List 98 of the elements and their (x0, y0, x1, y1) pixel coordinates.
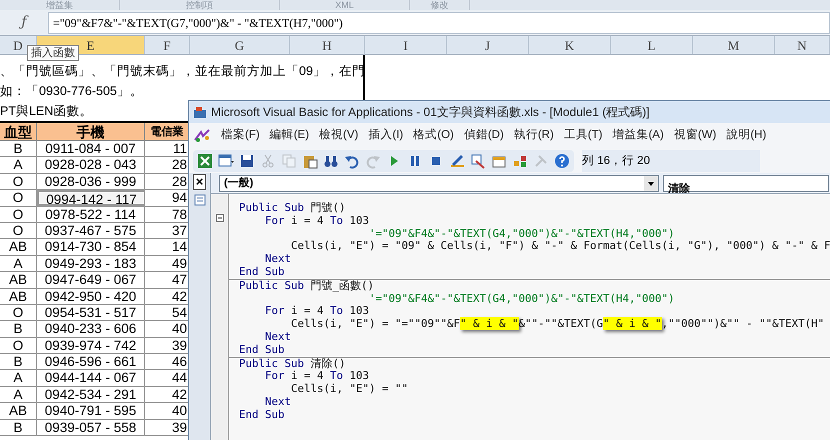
table-cell: 0942-534 - 291 (37, 386, 145, 402)
table-cell: 0994-142 - 117 (37, 190, 145, 206)
table-cell: 0928-028 - 043 (37, 157, 145, 173)
table-cell: AB (0, 403, 37, 419)
collapse-icon[interactable] (216, 214, 224, 222)
ribbon-group-label: 控制項 (186, 0, 213, 10)
form-icon[interactable] (218, 153, 234, 169)
note-text: PT與LEN函數。 (0, 103, 92, 120)
table-cell: B (0, 321, 37, 337)
menu-item[interactable]: 工具(T) (564, 127, 602, 145)
table-cell: 0942-950 - 420 (37, 288, 145, 304)
table-cell: AB (0, 272, 37, 288)
code-line: Next (264, 330, 292, 344)
save-icon[interactable] (239, 153, 255, 169)
excel-icon[interactable] (197, 153, 213, 169)
table-cell: 0947-649 - 067 (37, 272, 145, 288)
column-heading: 手機 (37, 123, 145, 140)
column-header[interactable]: N (775, 36, 830, 54)
help-icon[interactable] (554, 153, 570, 169)
column-header[interactable]: F (145, 36, 190, 54)
code-line: Cells(i, "E") = "" (290, 383, 410, 396)
close-button[interactable]: × (192, 174, 206, 190)
table-cell: 0928-036 - 999 (37, 174, 145, 190)
column-header[interactable]: K (529, 36, 611, 54)
table-cell: 0939-974 - 742 (37, 338, 145, 354)
menu-item[interactable]: 執行(R) (514, 127, 554, 145)
table-cell: B (0, 420, 37, 436)
table-cell: O (0, 206, 37, 222)
column-header[interactable]: M (693, 36, 775, 54)
table-cell: AB (0, 288, 37, 304)
table-cell: O (0, 222, 37, 238)
table-cell: 0978-522 - 114 (37, 206, 145, 222)
code-line: For i = 4 To 103 (264, 370, 370, 384)
code-line: End Sub (239, 266, 286, 279)
code-line: End Sub (239, 408, 286, 422)
table-cell: A (0, 157, 37, 173)
table-cell: 0911-084 - 007 (37, 141, 145, 156)
menu-item[interactable]: 插入(I) (368, 127, 404, 145)
menu-item[interactable]: 偵錯(D) (464, 127, 504, 145)
table-cell: 0946-596 - 661 (37, 354, 145, 370)
menu-item[interactable]: 檔案(F) (221, 127, 260, 145)
tooltip: 插入函數 (27, 45, 79, 61)
menu-item[interactable]: 編輯(E) (270, 127, 310, 145)
menu-item[interactable]: 說明(H) (726, 127, 766, 145)
table-cell: 0954-531 - 517 (37, 304, 145, 320)
insert-function-button[interactable]: ƒ (21, 12, 27, 33)
table-cell: 0940-791 - 595 (37, 403, 145, 419)
table-cell: O (0, 338, 37, 354)
table-cell: O (0, 174, 37, 190)
table-cell: 0940-233 - 606 (37, 321, 145, 337)
code-line: For i = 4 To 103 (264, 305, 370, 318)
table-cell: 0937-467 - 575 (37, 222, 145, 238)
menu-item[interactable]: 格式(O) (413, 127, 454, 145)
code-line: Public Sub 清除() (239, 358, 347, 370)
ribbon-group-label: 增益集 (46, 0, 73, 10)
procedure-dropdown[interactable]: 清除 (663, 174, 829, 192)
column-header[interactable]: H (290, 36, 365, 54)
column-heading: 血型 (0, 123, 37, 140)
note-text: 如：「0930-776-505」。 (0, 83, 143, 100)
column-header[interactable]: I (365, 36, 447, 54)
window-title: Microsoft Visual Basic for Applications - 01文字與資料函數.xls - [Module1 (程式碼)] (211, 104, 650, 121)
menu-item[interactable]: 增益集(A) (612, 127, 664, 145)
table-cell: 0949-293 - 183 (37, 256, 145, 272)
table-cell: A (0, 386, 37, 402)
app-icon (193, 105, 207, 119)
table-cell: A (0, 256, 37, 272)
column-header[interactable]: J (447, 36, 529, 54)
table-cell: O (0, 304, 37, 320)
code-line: Public Sub 門號() (239, 202, 347, 215)
menu-item[interactable]: 視窗(W) (674, 127, 716, 145)
formula-input-field[interactable]: ="09"&F7&"-"&TEXT(G7,"000")&" - "&TEXT(H7,"000") (48, 12, 830, 34)
table-cell: 0939-057 - 558 (37, 420, 145, 436)
column-header[interactable]: G (190, 36, 290, 54)
code-line: Cells(i, "E") = "09" & Cells(i, "F") & "-" & Format(Cells(i, "G"), "000") & "-" & F (290, 240, 830, 254)
code-line: Public Sub 門號_函數() (239, 280, 376, 293)
table-cell: 0914-730 - 854 (37, 239, 145, 255)
table-cell: AB (0, 239, 37, 255)
column-header[interactable]: L (611, 36, 693, 54)
table-cell: B (0, 354, 37, 370)
code-line: For i = 4 To 103 (264, 214, 370, 228)
menu-item[interactable]: 檢視(V) (319, 127, 358, 145)
ribbon-group-label: XML (335, 0, 354, 10)
table-cell: 0944-144 - 067 (37, 370, 145, 386)
code-line: '="09"&F4&"-"&TEXT(G4,"000")&"-"&TEXT(H4,"000") (368, 292, 676, 306)
code-line: Next (264, 253, 292, 266)
module-icon (194, 194, 206, 206)
ribbon-group-label: 修改 (430, 0, 448, 10)
code-line: '="09"&F4&"-"&TEXT(G4,"000")&"-"&TEXT(H4,"000") (368, 228, 676, 240)
vba-menu-icon[interactable] (193, 128, 211, 144)
table-cell: A (0, 370, 37, 386)
code-editor[interactable] (229, 194, 830, 440)
code-line: End Sub (239, 344, 286, 357)
paste-icon[interactable] (302, 153, 318, 169)
object-dropdown[interactable]: (一般) (219, 174, 659, 192)
table-cell: B (0, 141, 37, 156)
undo-icon[interactable] (344, 153, 360, 169)
code-line: Next (264, 396, 292, 409)
cursor-position: 列 16，行 20 (582, 150, 760, 172)
